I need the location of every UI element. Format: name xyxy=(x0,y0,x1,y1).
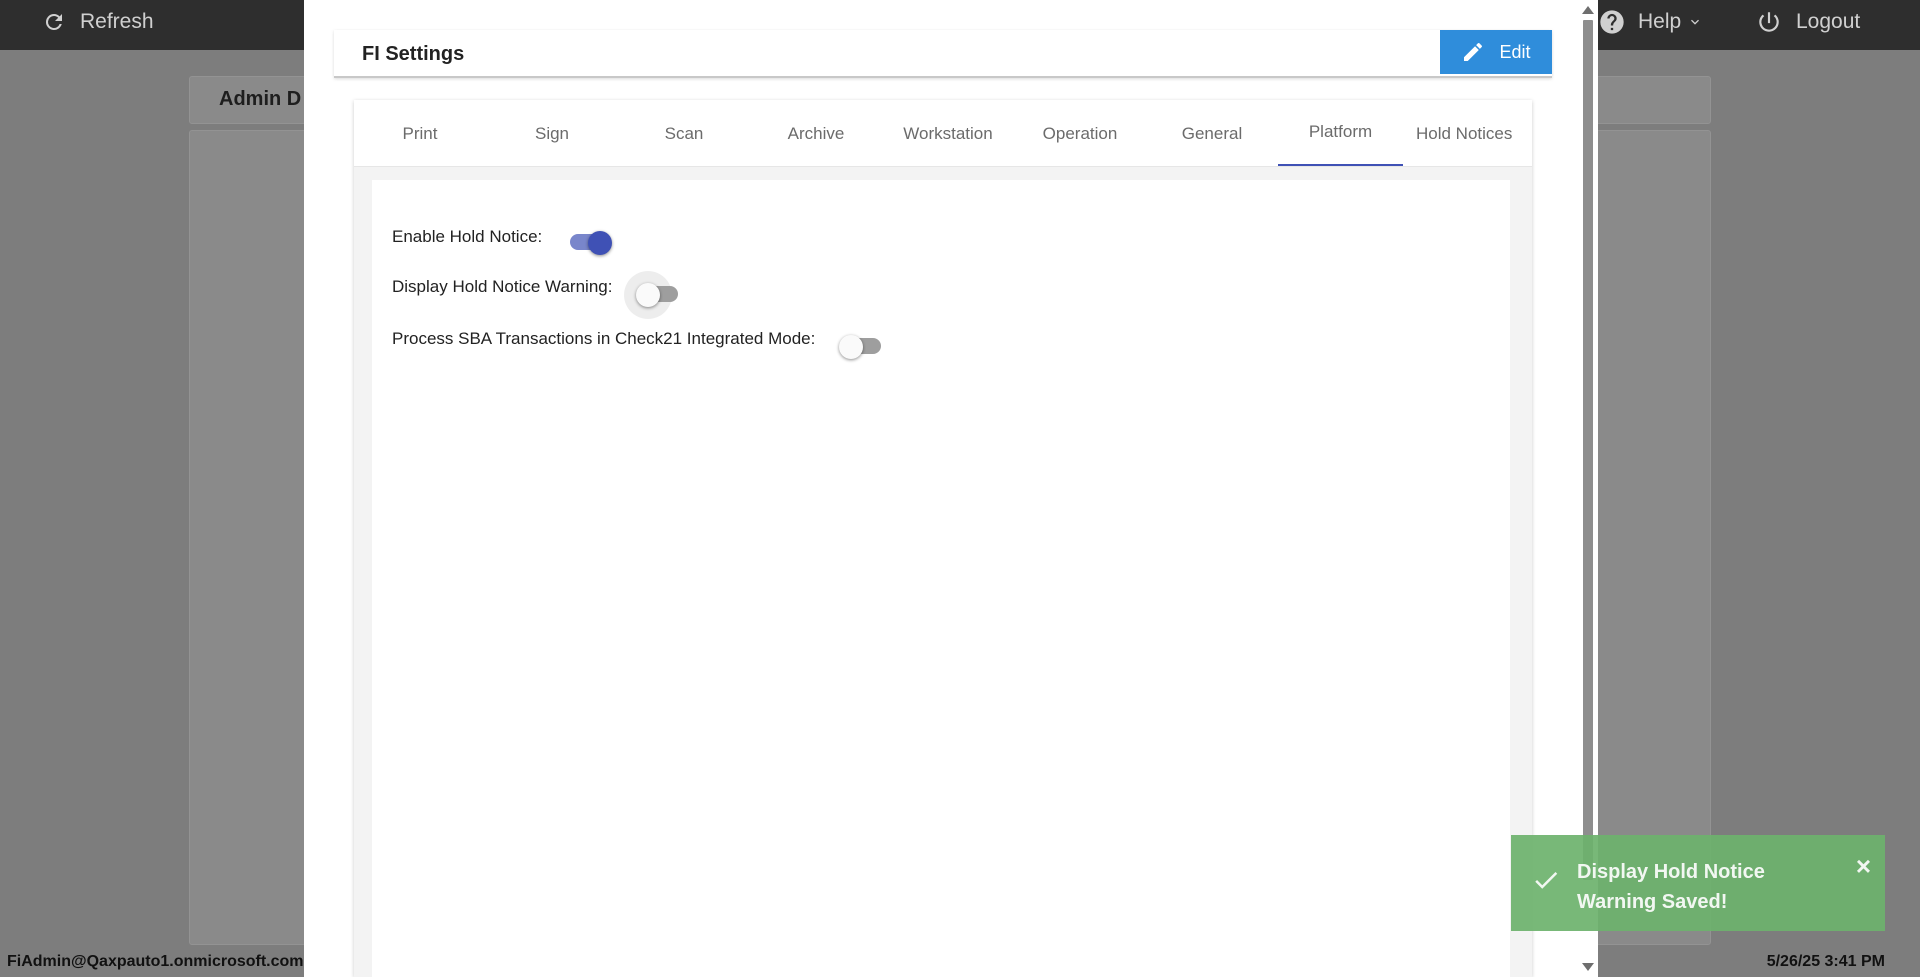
help-icon xyxy=(1600,10,1624,34)
refresh-label: Refresh xyxy=(80,10,154,33)
success-toast: Display Hold Notice Warning Saved! × xyxy=(1511,835,1885,931)
setting-process-sba-transactions: Process SBA Transactions in Check21 Inte… xyxy=(392,324,885,359)
enable-hold-notice-toggle[interactable] xyxy=(566,226,613,256)
settings-tabs: Print Sign Scan Archive Workstation Oper… xyxy=(354,100,1532,167)
power-icon xyxy=(1759,12,1779,32)
help-menu[interactable]: Help xyxy=(1598,0,1703,44)
tab-operation[interactable]: Operation xyxy=(1014,100,1146,166)
tab-general[interactable]: General xyxy=(1146,100,1278,166)
pencil-icon xyxy=(1464,42,1483,61)
logout-button[interactable]: Logout xyxy=(1756,0,1860,44)
footer-datetime: 5/26/25 3:41 PM xyxy=(1766,953,1885,970)
refresh-button[interactable]: Refresh xyxy=(42,0,154,44)
scroll-thumb[interactable] xyxy=(1583,20,1593,880)
process-sba-toggle[interactable] xyxy=(839,330,885,360)
tab-workstation[interactable]: Workstation xyxy=(882,100,1014,166)
check-icon xyxy=(1535,871,1558,889)
toggle-thumb xyxy=(588,231,613,255)
tab-print[interactable]: Print xyxy=(354,100,486,166)
admin-panel-title: Admin D xyxy=(219,88,302,110)
toast-close-button[interactable]: × xyxy=(1856,851,1871,882)
edit-label: Edit xyxy=(1499,41,1531,62)
settings-card: Print Sign Scan Archive Workstation Oper… xyxy=(354,100,1532,977)
toast-message: Display Hold Notice Warning Saved! xyxy=(1577,861,1765,913)
help-label: Help xyxy=(1638,10,1682,33)
setting-enable-hold-notice: Enable Hold Notice: xyxy=(392,222,613,255)
edit-button[interactable]: Edit xyxy=(1440,30,1552,74)
modal-scrollbar[interactable] xyxy=(1578,0,1598,977)
display-hold-notice-warning-toggle[interactable] xyxy=(624,271,682,319)
footer-user: FiAdmin@Qaxpauto1.onmicrosoft.com xyxy=(7,953,304,970)
logout-label: Logout xyxy=(1796,10,1861,33)
scroll-down-arrow[interactable] xyxy=(1582,963,1594,971)
setting-label: Process SBA Transactions in Check21 Inte… xyxy=(392,329,816,348)
tab-platform[interactable]: Platform xyxy=(1278,100,1403,166)
chevron-down-icon xyxy=(1691,19,1700,25)
platform-tab-content: Enable Hold Notice: Display Hold Notice … xyxy=(372,180,1510,977)
tab-sign[interactable]: Sign xyxy=(486,100,618,166)
refresh-icon xyxy=(45,13,62,30)
modal-title: FI Settings xyxy=(362,43,465,65)
setting-display-hold-notice-warning: Display Hold Notice Warning: xyxy=(392,271,682,319)
setting-label: Enable Hold Notice: xyxy=(392,227,543,246)
fi-settings-modal: FI Settings Edit Print Sign Scan Archive… xyxy=(304,0,1586,977)
tab-archive[interactable]: Archive xyxy=(750,100,882,166)
toggle-thumb xyxy=(839,335,864,359)
tab-scan[interactable]: Scan xyxy=(618,100,750,166)
scroll-up-arrow[interactable] xyxy=(1582,6,1594,14)
modal-header: FI Settings Edit xyxy=(334,30,1552,78)
setting-label: Display Hold Notice Warning: xyxy=(392,277,613,296)
tab-hold-notices[interactable]: Hold Notices xyxy=(1410,100,1532,166)
